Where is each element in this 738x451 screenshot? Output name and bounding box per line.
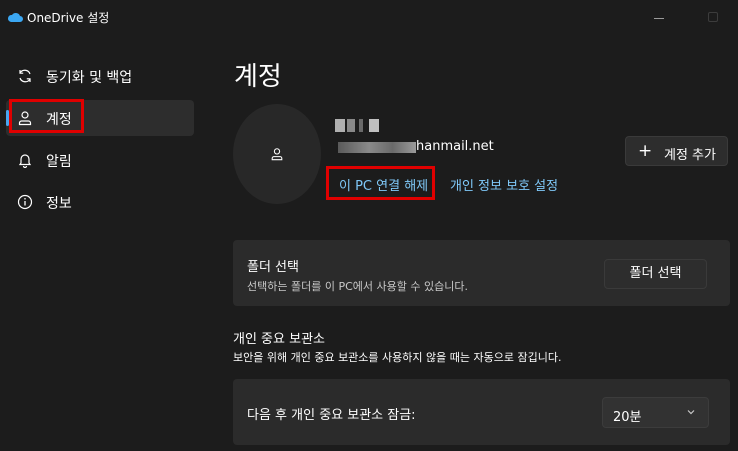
account-email: hanmail.net xyxy=(416,139,494,154)
sidebar-item-info[interactable]: 정보 xyxy=(6,184,194,220)
chevron-down-icon xyxy=(687,410,695,415)
vault-lock-time-dropdown[interactable]: 20분 xyxy=(602,397,709,428)
choose-folders-button[interactable]: 폴더 선택 xyxy=(604,259,707,289)
account-email-redacted xyxy=(338,142,416,153)
selection-indicator xyxy=(6,110,9,126)
title-bar: OneDrive 설정 xyxy=(0,0,738,36)
onedrive-cloud-icon xyxy=(8,13,23,22)
sidebar-item-label: 계정 xyxy=(46,112,72,128)
folder-selection-card: 폴더 선택 선택하는 폴더를 이 PC에서 사용할 수 있습니다. 폴더 선택 xyxy=(233,240,730,306)
sidebar-item-account[interactable]: 계정 xyxy=(6,100,194,136)
add-account-label: 계정 추가 xyxy=(664,148,716,163)
vault-lock-label: 다음 후 개인 중요 보관소 잠금: xyxy=(247,408,416,423)
plus-icon: + xyxy=(638,141,653,161)
sidebar-item-label: 동기화 및 백업 xyxy=(46,70,133,86)
sidebar: 동기화 및 백업 계정 알림 정보 xyxy=(0,36,203,451)
unlink-pc-link[interactable]: 이 PC 연결 해제 xyxy=(339,175,428,194)
sidebar-item-label: 정보 xyxy=(46,196,72,212)
sidebar-item-label: 알림 xyxy=(46,154,72,170)
main-content: 계정 hanmail.net 이 PC 연결 해제 개인 정보 보호 설정 + … xyxy=(203,36,738,451)
sync-icon xyxy=(19,69,31,83)
window-title: OneDrive 설정 xyxy=(27,11,110,25)
vault-section-title: 개인 중요 보관소 xyxy=(233,332,325,347)
maximize-button[interactable] xyxy=(708,12,718,22)
privacy-settings-link[interactable]: 개인 정보 보호 설정 xyxy=(450,175,558,194)
sidebar-item-notifications[interactable]: 알림 xyxy=(6,142,194,178)
vault-lock-time-value: 20분 xyxy=(613,410,642,425)
add-account-button[interactable]: + 계정 추가 xyxy=(625,136,728,166)
folder-card-subtitle: 선택하는 폴더를 이 PC에서 사용할 수 있습니다. xyxy=(247,280,468,293)
minimize-button[interactable] xyxy=(654,18,664,19)
vault-section-description: 보안을 위해 개인 중요 보관소를 사용하지 않을 때는 자동으로 잠깁니다. xyxy=(233,351,562,364)
bell-icon xyxy=(18,154,32,168)
vault-lock-card: 다음 후 개인 중요 보관소 잠금: 20분 xyxy=(233,379,730,445)
avatar xyxy=(233,104,321,204)
info-icon xyxy=(17,194,33,210)
person-icon xyxy=(271,148,283,161)
page-title: 계정 xyxy=(234,62,282,92)
person-icon xyxy=(18,111,32,126)
sidebar-item-sync-backup[interactable]: 동기화 및 백업 xyxy=(6,58,194,94)
account-name-redacted xyxy=(335,119,381,133)
folder-card-title: 폴더 선택 xyxy=(247,260,299,275)
